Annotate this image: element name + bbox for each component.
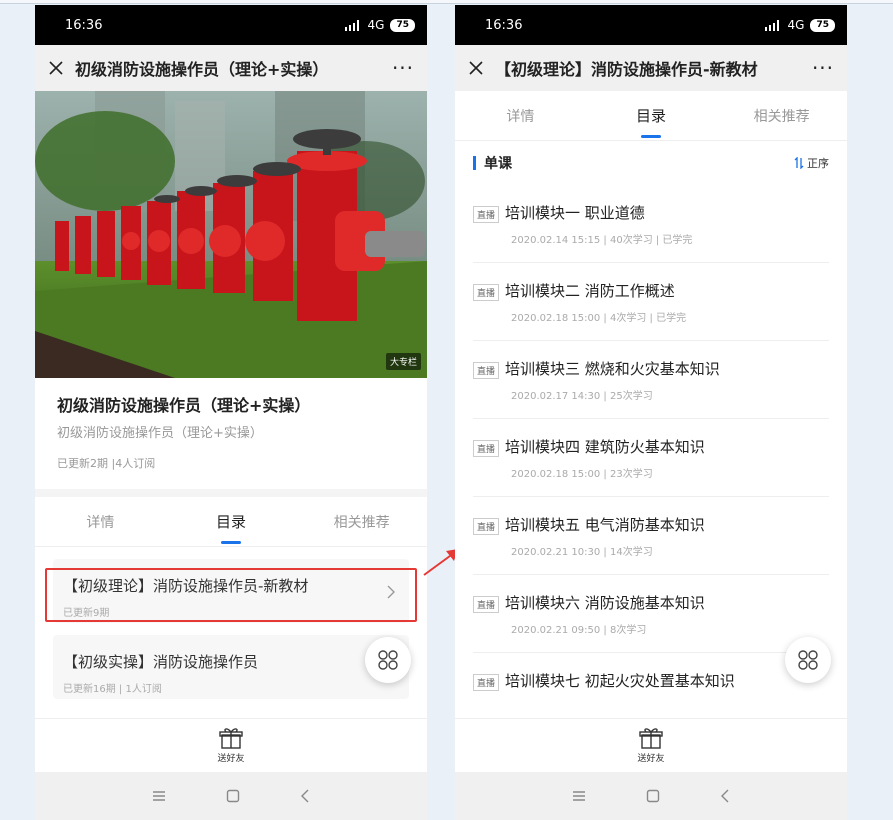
back-icon[interactable] (720, 789, 730, 803)
list-item-title: 【初级实操】消防设施操作员 (63, 653, 259, 671)
battery-icon: 75 (390, 18, 415, 32)
status-bar: 16:36 4G 75 (455, 5, 847, 45)
status-time: 16:36 (485, 17, 523, 33)
course-info: 初级消防设施操作员（理论+实操） 初级消防设施操作员（理论+实操） 已更新2期 … (35, 378, 427, 489)
live-tag: 直播 (473, 206, 500, 223)
hero-badge: 大专栏 (385, 353, 421, 370)
status-signal: 4G 75 (764, 18, 835, 32)
sort-label: 正序 (807, 157, 829, 170)
tab-catalog[interactable]: 目录 (586, 91, 717, 140)
gift-button[interactable]: 送好友 (455, 718, 847, 772)
status-time: 16:36 (65, 17, 103, 33)
phone-screen-left: 16:36 4G 75 初级消防设施操作员（理论+实操） ··· 大专栏 初级消… (35, 5, 427, 820)
tab-recommend[interactable]: 相关推荐 (296, 497, 427, 546)
section-accent-bar (473, 156, 476, 170)
gift-label: 送好友 (637, 754, 665, 764)
menu-icon[interactable] (152, 790, 166, 802)
tab-details[interactable]: 详情 (455, 91, 586, 140)
course-meta: 已更新2期 |4人订阅 (57, 457, 156, 470)
list-item[interactable]: 直播 培训模块一 职业道德 2020.02.14 15:15 | 40次学习 | … (473, 185, 829, 263)
list-item[interactable]: 直播 培训模块六 消防设施基本知识 2020.02.21 09:50 | 8次学习 (473, 575, 829, 653)
sort-icon (794, 157, 804, 169)
lesson-meta: 2020.02.14 15:15 | 40次学习 | 已学完 (511, 235, 693, 246)
grid-icon[interactable] (365, 637, 411, 683)
section-title: 单课 (484, 156, 512, 172)
lesson-meta: 2020.02.17 14:30 | 25次学习 (511, 391, 653, 402)
window-top-edge (0, 0, 893, 4)
lesson-title: 培训模块四 建筑防火基本知识 (505, 438, 705, 456)
status-bar: 16:36 4G 75 (35, 5, 427, 45)
course-cover-image: 大专栏 (35, 91, 427, 378)
lesson-title: 培训模块三 燃烧和火灾基本知识 (505, 360, 720, 378)
tab-catalog[interactable]: 目录 (166, 497, 297, 546)
live-tag: 直播 (473, 518, 500, 535)
lesson-title: 培训模块七 初起火灾处置基本知识 (505, 672, 735, 690)
title-bar: 初级消防设施操作员（理论+实操） ··· (35, 45, 427, 91)
back-icon[interactable] (300, 789, 310, 803)
list-item[interactable]: 直播 培训模块三 燃烧和火灾基本知识 2020.02.17 14:30 | 25次… (473, 341, 829, 419)
signal-icon (344, 19, 359, 31)
live-tag: 直播 (473, 596, 500, 613)
title-bar: 【初级理论】消防设施操作员-新教材 ··· (455, 45, 847, 91)
home-icon[interactable] (646, 789, 660, 803)
tab-recommend[interactable]: 相关推荐 (716, 91, 847, 140)
highlight-box (45, 568, 417, 622)
live-tag: 直播 (473, 440, 500, 457)
network-type: 4G (787, 18, 805, 32)
menu-icon[interactable] (572, 790, 586, 802)
tab-bar: 详情 目录 相关推荐 (455, 91, 847, 141)
gift-icon (219, 728, 243, 749)
gift-icon (639, 728, 663, 749)
close-icon[interactable] (465, 57, 487, 79)
more-icon[interactable]: ··· (809, 56, 837, 80)
tab-bar: 详情 目录 相关推荐 (35, 497, 427, 547)
gift-label: 送好友 (217, 754, 245, 764)
live-tag: 直播 (473, 362, 500, 379)
list-item[interactable]: 直播 培训模块四 建筑防火基本知识 2020.02.18 15:00 | 23次学… (473, 419, 829, 497)
course-title: 初级消防设施操作员（理论+实操） (57, 396, 311, 415)
lesson-title: 培训模块五 电气消防基本知识 (505, 516, 705, 534)
list-item[interactable]: 直播 培训模块五 电气消防基本知识 2020.02.21 10:30 | 14次学… (473, 497, 829, 575)
grid-icon[interactable] (785, 637, 831, 683)
system-nav-bar (35, 772, 427, 820)
status-signal: 4G 75 (344, 18, 415, 32)
phone-screen-right: 16:36 4G 75 【初级理论】消防设施操作员-新教材 ··· 详情 目录 … (455, 5, 847, 820)
lesson-meta: 2020.02.18 15:00 | 4次学习 | 已学完 (511, 313, 687, 324)
lesson-title: 培训模块一 职业道德 (505, 204, 645, 222)
tab-details[interactable]: 详情 (35, 497, 166, 546)
live-tag: 直播 (473, 284, 500, 301)
divider (35, 489, 427, 497)
lesson-meta: 2020.02.18 15:00 | 23次学习 (511, 469, 653, 480)
network-type: 4G (367, 18, 385, 32)
list-item[interactable]: 【初级实操】消防设施操作员 已更新16期 | 1人订阅 (53, 635, 409, 699)
course-subtitle: 初级消防设施操作员（理论+实操） (57, 426, 263, 441)
lesson-meta: 2020.02.21 10:30 | 14次学习 (511, 547, 653, 558)
home-icon[interactable] (226, 789, 240, 803)
list-item-meta: 已更新16期 | 1人订阅 (63, 684, 162, 695)
battery-icon: 75 (810, 18, 835, 32)
more-icon[interactable]: ··· (389, 56, 417, 80)
lesson-title: 培训模块六 消防设施基本知识 (505, 594, 705, 612)
close-icon[interactable] (45, 57, 67, 79)
page-title: 【初级理论】消防设施操作员-新教材 (495, 60, 758, 79)
sort-button[interactable]: 正序 (794, 155, 829, 171)
signal-icon (764, 19, 779, 31)
live-tag: 直播 (473, 674, 500, 691)
page-title: 初级消防设施操作员（理论+实操） (75, 60, 329, 79)
lesson-meta: 2020.02.21 09:50 | 8次学习 (511, 625, 647, 636)
lesson-title: 培训模块二 消防工作概述 (505, 282, 675, 300)
gift-button[interactable]: 送好友 (35, 718, 427, 772)
list-item[interactable]: 直播 培训模块二 消防工作概述 2020.02.18 15:00 | 4次学习 |… (473, 263, 829, 341)
system-nav-bar (455, 772, 847, 820)
section-header: 单课 正序 (455, 141, 847, 185)
